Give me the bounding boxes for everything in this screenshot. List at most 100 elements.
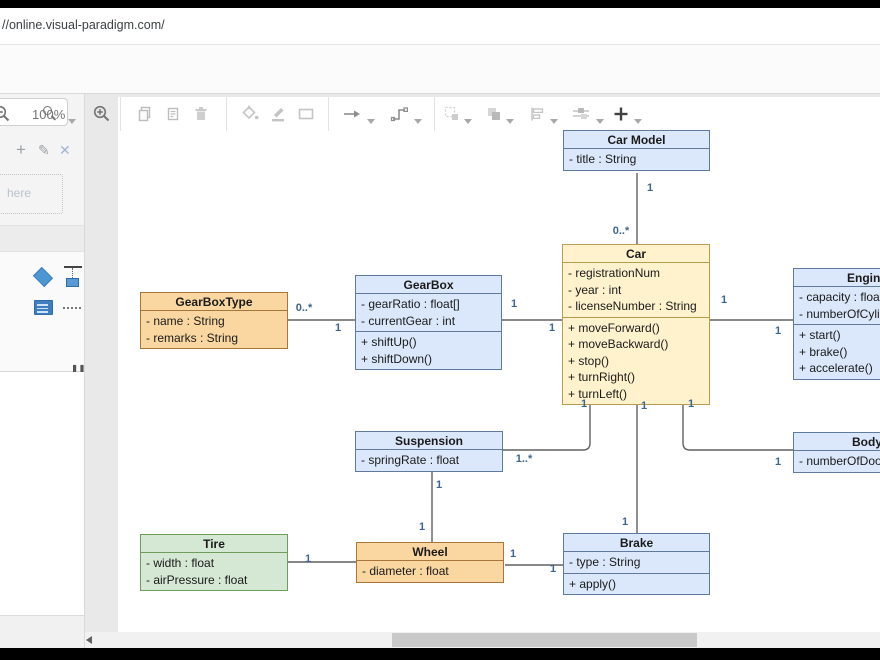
uml-class-suspension[interactable]: Suspension - springRate : float [355,431,503,472]
group-button[interactable] [442,104,462,124]
sidebar-actions: + ✎ ✕ [0,140,85,160]
delete-button[interactable] [192,104,210,124]
uml-class-wheel[interactable]: Wheel- diameter : float [356,542,504,583]
multiplicity-label[interactable]: 0..* [296,302,313,314]
uml-class-tire[interactable]: Tire - width : float- airPressure : float [140,534,288,591]
group-caret-icon[interactable] [464,111,472,131]
bring-to-front-button[interactable] [484,104,504,124]
uml-operation: + moveBackward() [563,336,709,353]
multiplicity-label[interactable]: 1 [775,325,781,337]
class-name: Car [563,245,709,263]
align-caret-icon[interactable] [550,111,558,131]
uml-attribute: - numberOfDoors : int [794,453,880,470]
connector-style-button[interactable] [390,104,410,124]
class-name: Suspension [356,432,502,450]
multiplicity-label[interactable]: 1 [549,322,555,334]
connector-style-caret-icon[interactable] [414,111,422,131]
uml-class-body[interactable]: Body- numberOfDoors : int [793,432,880,473]
uml-attribute: - width : float [141,555,287,572]
top-black-bar [0,0,880,8]
browser-url[interactable]: //online.visual-paradigm.com/ [2,18,165,32]
close-icon[interactable]: ✕ [59,142,71,159]
attributes-compartment: - name : String- remarks : String [141,311,287,348]
toolbar-separator [226,97,227,131]
sidebar-section-header[interactable] [0,225,85,252]
multiplicity-label[interactable]: 1..* [516,453,533,465]
multiplicity-label[interactable]: 1 [511,298,517,310]
uml-class-gearbox[interactable]: GearBox- gearRatio : float[]- currentGea… [355,275,502,370]
uml-class-engine[interactable]: Engine- capacity : float- numberOfCylind… [793,268,880,380]
uml-attribute: - gearRatio : float[] [356,296,501,313]
multiplicity-label[interactable]: 1 [641,400,647,412]
line-color-button[interactable] [268,104,288,124]
paste-style-button[interactable] [164,104,182,124]
uml-class-gearboxtype[interactable]: GearBoxType- name : String- remarks : St… [140,292,288,349]
insert-caret-icon[interactable] [634,111,642,131]
uml-operation: + stop() [563,353,709,370]
attributes-compartment: - numberOfDoors : int [794,451,880,472]
copy-button[interactable] [136,104,154,124]
anchor-box-icon [66,278,79,287]
shape-dropzone[interactable]: here [0,174,63,214]
attributes-compartment: - title : String [564,149,709,170]
uml-attribute: - registrationNum [563,265,709,282]
attributes-compartment: - capacity : float- numberOfCylinders : … [794,287,880,324]
uml-attribute: - springRate : float [356,452,502,469]
uml-attribute: - remarks : String [141,330,287,347]
multiplicity-label[interactable]: 1 [510,548,516,560]
attributes-compartment: - registrationNum- year : int- licenseNu… [563,263,709,317]
insert-button[interactable] [612,104,630,124]
shape-palette [0,252,85,371]
uml-operation: + brake() [794,344,880,361]
browser-url-bar[interactable]: //online.visual-paradigm.com/ [0,8,880,45]
zoom-level-caret-icon[interactable] [68,111,76,131]
uml-operation: + shiftUp() [356,334,501,351]
align-button[interactable] [528,104,548,124]
multiplicity-label[interactable]: 1 [688,398,694,410]
class-name: Tire [141,535,287,553]
arrow-style-caret-icon[interactable] [367,111,375,131]
multiplicity-label[interactable]: 1 [581,398,587,410]
uml-class-brake[interactable]: Brake- type : String+ apply() [563,533,710,595]
fill-color-button[interactable] [240,104,260,124]
add-shape-icon[interactable]: + [16,140,26,160]
operations-compartment: + apply() [564,573,709,595]
multiplicity-label[interactable]: 1 [335,322,341,334]
shape-style-button[interactable] [296,104,316,124]
uml-attribute: - currentGear : int [356,313,501,330]
uml-class-car[interactable]: Car- registrationNum- year : int- licens… [562,244,710,405]
multiplicity-label[interactable]: 1 [419,521,425,533]
distribute-button[interactable] [570,104,592,124]
uml-class-car-model[interactable]: Car Model - title : String [563,130,710,171]
multiplicity-label[interactable]: 1 [647,182,653,194]
multiplicity-label[interactable]: 1 [622,516,628,528]
bring-to-front-caret-icon[interactable] [506,111,514,131]
anchor-stem-icon [72,268,73,278]
uml-attribute: - airPressure : float [141,572,287,589]
multiplicity-label[interactable]: 1 [305,553,311,565]
scrollbar-thumb[interactable] [392,633,697,647]
zoom-in-button[interactable] [92,104,112,124]
scroll-left-arrow-icon[interactable] [86,636,92,644]
multiplicity-label[interactable]: 1 [550,563,556,575]
edit-shape-icon[interactable]: ✎ [38,142,50,159]
decision-shape-icon[interactable] [33,267,53,287]
anchor-shape-icon[interactable] [64,266,82,268]
zoom-level-value[interactable]: 100% [32,104,65,124]
uml-attribute: - numberOfCylinders : int [794,306,880,323]
class-name: Wheel [357,543,503,561]
multiplicity-label[interactable]: 1 [436,479,442,491]
horizontal-scrollbar[interactable] [80,632,880,648]
document-shape-icon[interactable] [34,300,53,315]
multiplicity-label[interactable]: 0..* [613,225,630,237]
uml-attribute: - title : String [564,151,709,168]
class-name: Car Model [564,131,709,149]
uml-attribute: - year : int [563,282,709,299]
distribute-caret-icon[interactable] [596,111,604,131]
toolbar-separator [434,97,435,131]
zoom-out-button[interactable] [0,104,12,124]
multiplicity-label[interactable]: 1 [775,456,781,468]
multiplicity-label[interactable]: 1 [721,294,727,306]
arrow-style-button[interactable] [342,104,362,124]
dashed-line-shape-icon[interactable] [63,307,81,309]
